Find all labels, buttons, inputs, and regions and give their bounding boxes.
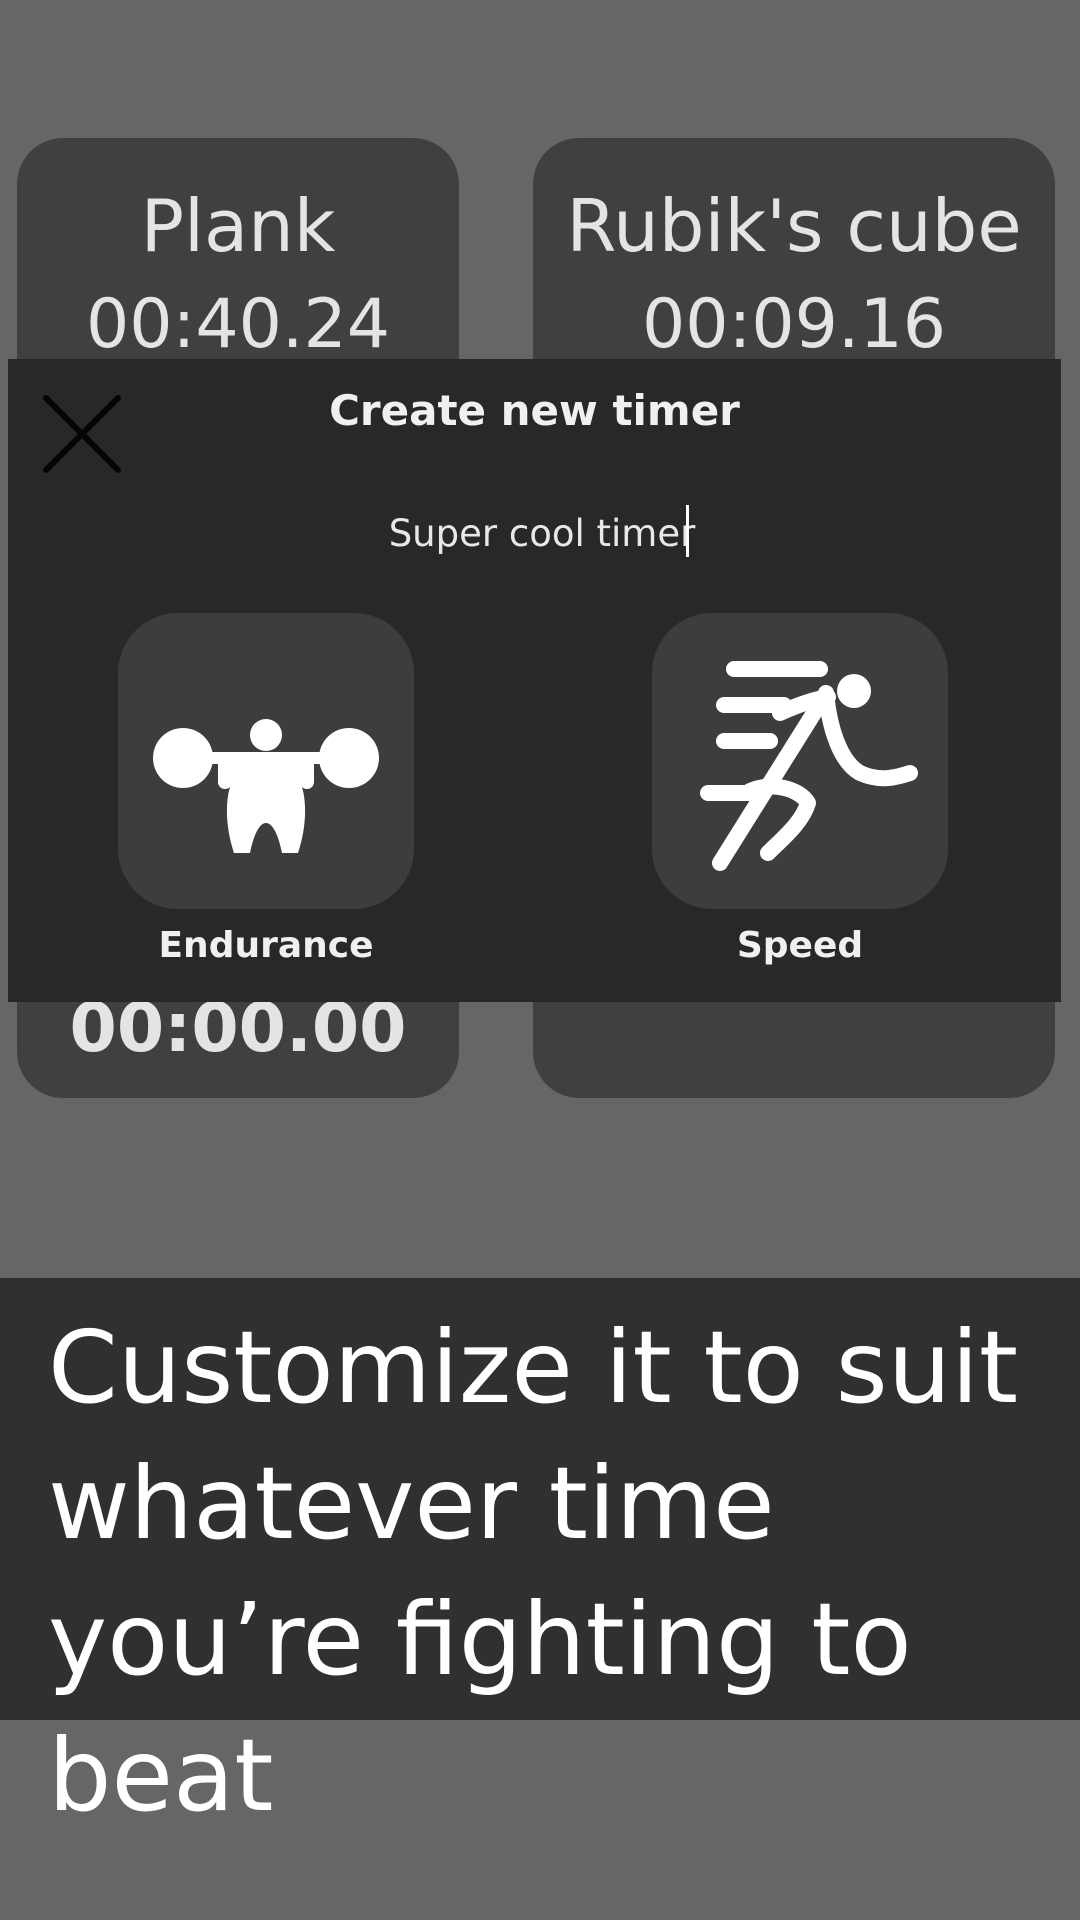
timer-card-time: 00:09.16 [641,285,947,364]
timer-card-title: Rubik's cube [566,184,1022,268]
timer-card-time: 00:40.24 [85,285,391,364]
speed-label: Speed [736,925,864,966]
caption-text: Customize it to suit whatever time you’r… [48,1309,1019,1834]
endurance-type-button[interactable] [118,613,414,909]
dialog-title: Create new timer [329,386,740,435]
speed-type-button[interactable] [652,613,948,909]
timer-name-input[interactable] [300,502,784,564]
runner-icon [700,661,918,871]
text-caret [686,505,689,557]
timer-card-time-secondary: 00:00.00 [69,989,407,1068]
endurance-label: Endurance [158,925,374,966]
weightlifter-icon [153,719,379,853]
timer-card-title: Plank [140,184,336,268]
